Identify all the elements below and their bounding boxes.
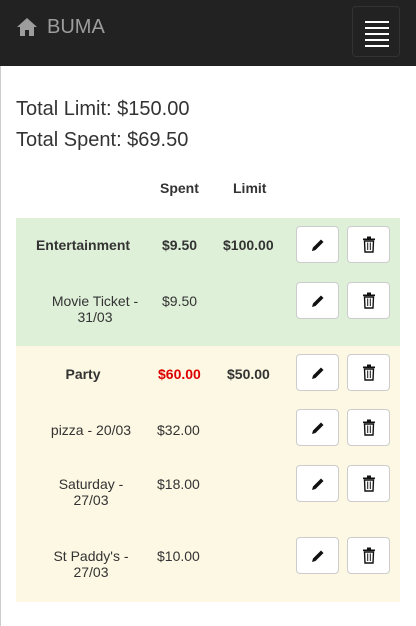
delete-button[interactable]: [347, 465, 390, 502]
expense-spent: $10.00: [157, 548, 200, 564]
edit-button[interactable]: [296, 465, 339, 502]
delete-button[interactable]: [347, 354, 390, 391]
home-icon: [16, 17, 38, 37]
pencil-icon: [311, 422, 323, 434]
column-header-limit: Limit: [233, 180, 267, 196]
totals-summary: Total Limit: $150.00 Total Spent: $69.50: [16, 96, 189, 158]
category-name: Party: [65, 366, 101, 382]
expense-row: Saturday - 27/03 $18.00: [16, 457, 400, 524]
brand-title: BUMA: [47, 15, 105, 38]
category-limit: $100.00: [223, 237, 274, 253]
expense-row: Movie Ticket - 31/03 $9.50: [16, 275, 400, 346]
edit-button[interactable]: [296, 226, 339, 263]
pencil-icon: [311, 239, 323, 251]
trash-icon: [362, 364, 375, 381]
category-spent: $9.50: [162, 237, 198, 253]
pencil-icon: [311, 478, 323, 490]
edit-button[interactable]: [296, 409, 339, 446]
edit-button[interactable]: [296, 354, 339, 391]
edit-button[interactable]: [296, 537, 339, 574]
trash-icon: [362, 547, 375, 564]
category-spent: $60.00: [158, 366, 201, 382]
category-row: Party $60.00 $50.00: [16, 346, 400, 403]
delete-button[interactable]: [347, 537, 390, 574]
trash-icon: [362, 236, 375, 253]
expense-spent: $32.00: [157, 422, 200, 438]
edit-button[interactable]: [296, 282, 339, 319]
pencil-icon: [311, 295, 323, 307]
category-name: Entertainment: [35, 237, 131, 253]
column-header-spent: Spent: [160, 180, 199, 196]
category-row: Entertainment $9.50 $100.00: [16, 218, 400, 275]
total-limit: Total Limit: $150.00: [16, 98, 190, 120]
expense-row: St Paddy's - 27/03 $10.00: [16, 524, 400, 602]
brand-link[interactable]: BUMA: [16, 14, 105, 40]
expense-spent: $18.00: [157, 476, 200, 492]
pencil-icon: [311, 367, 323, 379]
delete-button[interactable]: [347, 282, 390, 319]
pencil-icon: [311, 550, 323, 562]
category-limit: $50.00: [227, 366, 270, 382]
expense-row: pizza - 20/03 $32.00: [16, 403, 400, 457]
delete-button[interactable]: [347, 409, 390, 446]
navbar-toggle-button[interactable]: [352, 6, 400, 57]
delete-button[interactable]: [347, 226, 390, 263]
page-border: [0, 66, 1, 626]
expense-name: Saturday - 27/03: [58, 476, 124, 508]
expense-name: pizza - 20/03: [50, 422, 132, 438]
expense-name: Movie Ticket - 31/03: [51, 293, 139, 325]
trash-icon: [362, 292, 375, 309]
expense-spent: $9.50: [162, 293, 198, 309]
trash-icon: [362, 475, 375, 492]
total-spent: Total Spent: $69.50: [16, 129, 189, 151]
navbar: BUMA: [0, 0, 416, 66]
expense-name: St Paddy's - 27/03: [53, 548, 129, 580]
trash-icon: [362, 419, 375, 436]
